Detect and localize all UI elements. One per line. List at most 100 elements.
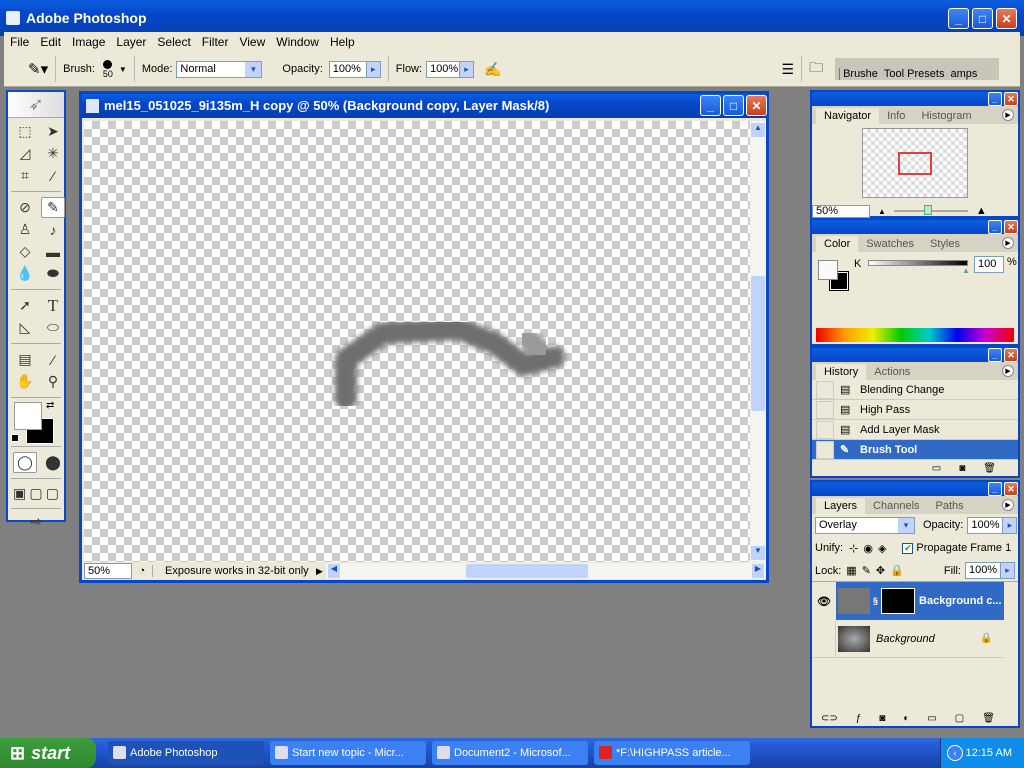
tab-navigator[interactable]: Navigator bbox=[816, 108, 880, 124]
zoom-slider[interactable] bbox=[893, 205, 968, 215]
layer-row-background-copy[interactable]: 👁 § Background c... bbox=[812, 582, 1004, 620]
well-tab-tool-presets[interactable]: Tool Presets bbox=[881, 68, 948, 80]
healing-brush-tool-icon[interactable]: ⊘ bbox=[13, 197, 37, 218]
flow-field[interactable]: 100% bbox=[426, 60, 461, 78]
image-canvas[interactable] bbox=[84, 121, 750, 562]
history-item-selected[interactable]: ✎ Brush Tool bbox=[812, 440, 1018, 460]
tab-layers[interactable]: Layers bbox=[816, 498, 866, 514]
crop-tool-icon[interactable]: ⌗ bbox=[13, 165, 37, 186]
well-tab-layer-comps[interactable]: amps bbox=[947, 68, 980, 80]
panel-minimize-button[interactable]: _ bbox=[988, 482, 1002, 496]
lock-transparency-icon[interactable]: ▦ bbox=[846, 564, 856, 577]
tab-histogram[interactable]: Histogram bbox=[913, 108, 979, 124]
layer-mask-thumbnail[interactable] bbox=[881, 588, 916, 614]
panel-close-button[interactable]: ✕ bbox=[1004, 92, 1018, 106]
eye-icon[interactable]: 👁 bbox=[812, 582, 836, 620]
layer-row-background[interactable]: Background 🔒 bbox=[812, 619, 1004, 658]
panel-minimize-button[interactable]: _ bbox=[988, 220, 1002, 234]
k-value-field[interactable]: 100 bbox=[974, 256, 1004, 273]
brush-preset-icon[interactable]: ✎▾ bbox=[28, 60, 48, 78]
full-screen-mode-icon[interactable]: ▢ bbox=[46, 483, 59, 504]
history-brush-tool-icon[interactable]: ♪ bbox=[41, 219, 65, 240]
unify-visibility-icon[interactable]: ◉ bbox=[863, 542, 873, 555]
history-item[interactable]: ▤ Add Layer Mask bbox=[812, 420, 1018, 440]
new-snapshot-icon[interactable]: ◙ bbox=[959, 463, 965, 474]
standard-mode-icon[interactable]: ◯ bbox=[13, 452, 37, 473]
k-slider-handle[interactable]: ▲ bbox=[962, 266, 970, 275]
minimize-button[interactable]: _ bbox=[948, 8, 969, 29]
airbrush-icon[interactable]: ✍ bbox=[484, 61, 501, 78]
color-ramp[interactable] bbox=[816, 328, 1014, 342]
color-foreground-swatch[interactable] bbox=[818, 260, 838, 280]
vertical-scrollbar[interactable]: ▲ ▼ bbox=[750, 121, 766, 562]
photoshop-feather-logo[interactable]: ➶ bbox=[8, 92, 64, 118]
swap-colors-icon[interactable]: ⇄ bbox=[46, 400, 54, 411]
opacity-slider-button[interactable]: ▸ bbox=[366, 60, 381, 78]
well-tab-brushes[interactable]: Brushe bbox=[839, 68, 881, 80]
panel-minimize-button[interactable]: _ bbox=[988, 348, 1002, 362]
lock-image-icon[interactable]: ✎ bbox=[862, 564, 871, 577]
tab-history[interactable]: History bbox=[816, 364, 867, 380]
palette-menu-icon[interactable]: ☰ bbox=[782, 61, 795, 78]
brush-dropdown-icon[interactable]: ▼ bbox=[119, 65, 127, 74]
default-colors-icon[interactable] bbox=[11, 434, 19, 442]
flow-slider-button[interactable]: ▸ bbox=[460, 60, 475, 78]
link-layers-icon[interactable]: ⊂⊃ bbox=[821, 713, 838, 724]
eraser-tool-icon[interactable]: ◇ bbox=[13, 241, 37, 262]
new-group-icon[interactable]: ▭ bbox=[927, 713, 936, 724]
tab-swatches[interactable]: Swatches bbox=[858, 236, 922, 252]
full-screen-menu-mode-icon[interactable]: ▢ bbox=[29, 483, 42, 504]
doc-close-button[interactable]: ✕ bbox=[746, 95, 767, 116]
slice-tool-icon[interactable]: ⁄ bbox=[41, 165, 65, 186]
history-item[interactable]: ▤ Blending Change bbox=[812, 380, 1018, 400]
jump-to-imageready-icon[interactable]: ⇨ bbox=[8, 511, 64, 532]
tab-styles[interactable]: Styles bbox=[922, 236, 968, 252]
delete-layer-icon[interactable]: 🗑 bbox=[982, 713, 995, 724]
horizontal-scrollbar[interactable]: ◀ ▶ bbox=[326, 563, 766, 579]
scroll-left-button[interactable]: ◀ bbox=[328, 564, 340, 578]
panel-menu-icon[interactable]: ▶ bbox=[1002, 365, 1014, 377]
vertical-scroll-thumb[interactable] bbox=[751, 276, 765, 411]
dodge-tool-icon[interactable]: ⬬ bbox=[41, 263, 65, 284]
scroll-down-button[interactable]: ▼ bbox=[751, 546, 765, 560]
panel-menu-icon[interactable]: ▶ bbox=[1002, 237, 1014, 249]
start-button[interactable]: ⊞ start bbox=[0, 738, 96, 768]
menu-help[interactable]: Help bbox=[330, 35, 355, 49]
close-button[interactable]: ✕ bbox=[996, 8, 1017, 29]
menu-view[interactable]: View bbox=[239, 35, 265, 49]
panel-menu-icon[interactable]: ▶ bbox=[1002, 109, 1014, 121]
menu-filter[interactable]: Filter bbox=[202, 35, 229, 49]
menu-layer[interactable]: Layer bbox=[116, 35, 146, 49]
propagate-checkbox[interactable]: ✔ bbox=[902, 542, 914, 554]
tab-channels[interactable]: Channels bbox=[865, 498, 927, 514]
panel-close-button[interactable]: ✕ bbox=[1004, 348, 1018, 362]
panel-minimize-button[interactable]: _ bbox=[988, 92, 1002, 106]
layer-opacity-slider-button[interactable]: ▸ bbox=[1003, 516, 1018, 534]
panel-menu-icon[interactable]: ▶ bbox=[1002, 499, 1014, 511]
menu-select[interactable]: Select bbox=[157, 35, 190, 49]
history-item[interactable]: ▤ High Pass bbox=[812, 400, 1018, 420]
menu-edit[interactable]: Edit bbox=[40, 35, 61, 49]
k-slider[interactable] bbox=[868, 260, 968, 266]
visibility-toggle[interactable] bbox=[812, 619, 836, 658]
hand-tool-icon[interactable]: ✋ bbox=[13, 371, 37, 392]
document-title-bar[interactable]: mel15_051025_9i135m_H copy @ 50% (Backgr… bbox=[82, 94, 767, 118]
file-browser-icon[interactable]: 🗀 bbox=[809, 57, 823, 81]
scroll-right-button[interactable]: ▶ bbox=[752, 564, 764, 578]
blend-mode-select[interactable]: Overlay ▾ bbox=[815, 516, 915, 534]
menu-image[interactable]: Image bbox=[72, 35, 105, 49]
opacity-field[interactable]: 100% bbox=[328, 60, 367, 78]
task-adobe-photoshop[interactable]: Adobe Photoshop bbox=[108, 741, 264, 765]
marquee-tool-icon[interactable]: ⬚ bbox=[13, 121, 37, 142]
task-document2[interactable]: Document2 - Microsof... bbox=[432, 741, 588, 765]
adjustment-layer-icon[interactable]: ◐ bbox=[903, 713, 909, 724]
shape-tool-icon[interactable]: ⬭ bbox=[41, 317, 65, 338]
pen-tool-icon[interactable]: ◺ bbox=[13, 317, 37, 338]
horizontal-scroll-thumb[interactable] bbox=[466, 564, 588, 578]
show-hidden-icons-button[interactable]: ‹ bbox=[947, 745, 963, 761]
path-selection-tool-icon[interactable]: ➚ bbox=[13, 295, 37, 316]
add-mask-icon[interactable]: ◙ bbox=[879, 713, 885, 724]
new-document-from-state-icon[interactable]: ▭ bbox=[932, 463, 941, 474]
mode-select[interactable]: Normal ▾ bbox=[176, 60, 263, 78]
panel-close-button[interactable]: ✕ bbox=[1004, 482, 1018, 496]
